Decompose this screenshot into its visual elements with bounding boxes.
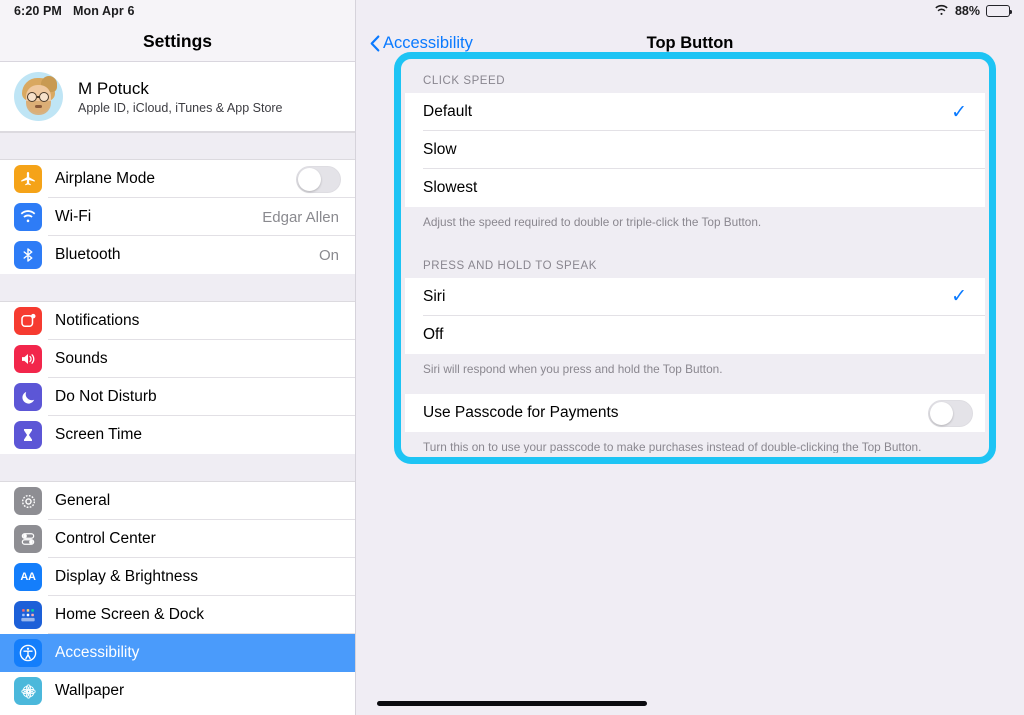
sidebar-item-airplane-mode[interactable]: Airplane Mode: [0, 160, 355, 198]
sidebar-group-connectivity: Airplane Mode Wi-Fi Edgar Allen Bluetoot…: [0, 160, 355, 274]
bluetooth-state-value: On: [318, 246, 339, 264]
use-passcode-for-payments-row[interactable]: Use Passcode for Payments: [405, 394, 985, 433]
sidebar-group-system: General Control Center AA Display & Brig…: [0, 482, 355, 710]
sidebar-item-wallpaper[interactable]: Wallpaper: [0, 672, 355, 710]
sidebar-item-accessibility[interactable]: Accessibility: [0, 634, 355, 672]
battery-icon: [986, 5, 1013, 17]
sidebar-item-label: Wallpaper: [55, 682, 125, 699]
section-header-click-speed: CLICK SPEED: [423, 75, 506, 87]
memoji-avatar: [14, 72, 63, 121]
sidebar-item-do-not-disturb[interactable]: Do Not Disturb: [0, 378, 355, 416]
sidebar-item-display-brightness[interactable]: AA Display & Brightness: [0, 558, 355, 596]
sidebar-item-screen-time[interactable]: Screen Time: [0, 416, 355, 454]
page-title: Settings: [142, 31, 213, 51]
sidebar-item-bluetooth[interactable]: Bluetooth On: [0, 236, 355, 274]
account-subtitle: Apple ID, iCloud, iTunes & App Store: [78, 100, 283, 115]
sidebar-title-bar: Settings: [0, 22, 355, 62]
battery-percent-label: 88%: [954, 4, 980, 18]
sidebar-item-label: Accessibility: [55, 644, 140, 661]
sidebar-item-label: Bluetooth: [55, 246, 121, 263]
settings-panel-content: CLICK SPEED Default ✓ Slow Slowest Adjus…: [405, 63, 985, 453]
footnote-press-and-hold: Siri will respond when you press and hol…: [423, 361, 723, 376]
option-row-slow[interactable]: Slow: [405, 131, 985, 169]
sidebar-item-label: Home Screen & Dock: [55, 606, 205, 623]
aa-text-icon: AA: [14, 563, 42, 591]
status-bar-right: 88%: [356, 0, 1024, 22]
sidebar-item-sounds[interactable]: Sounds: [0, 340, 355, 378]
airplane-mode-toggle[interactable]: [296, 165, 341, 193]
wifi-icon: [934, 4, 949, 19]
chevron-left-icon: [370, 35, 380, 52]
home-screen-grid-icon: [14, 601, 42, 629]
sidebar-item-wifi[interactable]: Wi-Fi Edgar Allen: [0, 198, 355, 236]
sidebar-item-label: Control Center: [55, 530, 156, 547]
bluetooth-icon: [14, 241, 42, 269]
moon-icon: [14, 383, 42, 411]
sidebar-item-label: Sounds: [55, 350, 108, 367]
sidebar-item-label: Display & Brightness: [55, 568, 199, 585]
press-hold-options-card: Siri ✓ Off: [405, 277, 985, 354]
sliders-icon: [14, 525, 42, 553]
sidebar-group-alerts: Notifications Sounds Do Not Disturb Scre…: [0, 302, 355, 454]
detail-pane: 88% Accessibility Top Button CLICK SPEED…: [356, 0, 1024, 715]
sidebar-item-control-center[interactable]: Control Center: [0, 520, 355, 558]
option-label: Siri: [423, 287, 446, 305]
ipad-settings-screen: 6:20 PM Mon Apr 6 Settings M Potuck Appl…: [0, 0, 1024, 715]
option-row-default[interactable]: Default ✓: [405, 93, 985, 131]
option-row-slowest[interactable]: Slowest: [405, 169, 985, 207]
use-passcode-toggle[interactable]: [928, 399, 973, 427]
notifications-icon: [14, 307, 42, 335]
hourglass-icon: [14, 421, 42, 449]
sidebar-item-home-screen-dock[interactable]: Home Screen & Dock: [0, 596, 355, 634]
option-row-off[interactable]: Off: [405, 315, 985, 354]
sidebar-item-label: Do Not Disturb: [55, 388, 157, 405]
highlighted-settings-panel: CLICK SPEED Default ✓ Slow Slowest Adjus…: [394, 52, 996, 464]
status-bar-time: 6:20 PM: [14, 4, 62, 18]
option-label: Slowest: [423, 179, 478, 196]
flower-icon: [14, 677, 42, 705]
option-label: Off: [423, 325, 444, 343]
accessibility-person-icon: [14, 639, 42, 667]
wifi-network-value: Edgar Allen: [262, 208, 339, 226]
sidebar-item-notifications[interactable]: Notifications: [0, 302, 355, 340]
sidebar-group-gap: [0, 132, 355, 160]
sidebar-item-label: Notifications: [55, 312, 140, 329]
sidebar-group-gap: [0, 274, 355, 302]
option-label: Default: [423, 103, 473, 120]
checkmark-icon: ✓: [951, 101, 967, 123]
section-header-press-and-hold: PRESS AND HOLD TO SPEAK: [423, 259, 597, 272]
airplane-icon: [14, 165, 42, 193]
home-indicator: [377, 701, 647, 706]
settings-sidebar: 6:20 PM Mon Apr 6 Settings M Potuck Appl…: [0, 0, 356, 715]
status-bar-left: 6:20 PM Mon Apr 6: [0, 0, 355, 22]
click-speed-options-card: Default ✓ Slow Slowest: [405, 93, 985, 207]
apple-id-account-row[interactable]: M Potuck Apple ID, iCloud, iTunes & App …: [0, 62, 355, 132]
footnote-click-speed: Adjust the speed required to double or t…: [423, 215, 762, 229]
option-label: Use Passcode for Payments: [423, 404, 619, 422]
sidebar-item-label: Screen Time: [55, 426, 143, 443]
back-button-label: Accessibility: [383, 33, 473, 52]
sidebar-group-gap: [0, 454, 355, 482]
back-button[interactable]: Accessibility: [370, 34, 473, 53]
checkmark-icon: ✓: [951, 286, 967, 308]
account-name: M Potuck: [78, 78, 149, 98]
sidebar-item-label: Wi-Fi: [55, 208, 92, 225]
wifi-icon: [14, 203, 42, 231]
sidebar-item-label: Airplane Mode: [55, 170, 155, 187]
sounds-icon: [14, 345, 42, 373]
option-label: Slow: [423, 141, 457, 158]
sidebar-item-general[interactable]: General: [0, 482, 355, 520]
use-passcode-card: Use Passcode for Payments: [405, 394, 985, 433]
footnote-use-passcode: Turn this on to use your passcode to mak…: [423, 440, 922, 453]
gear-icon: [14, 487, 42, 515]
option-row-siri[interactable]: Siri ✓: [405, 277, 985, 316]
status-bar-date: Mon Apr 6: [72, 4, 135, 18]
sidebar-item-label: General: [55, 492, 111, 509]
